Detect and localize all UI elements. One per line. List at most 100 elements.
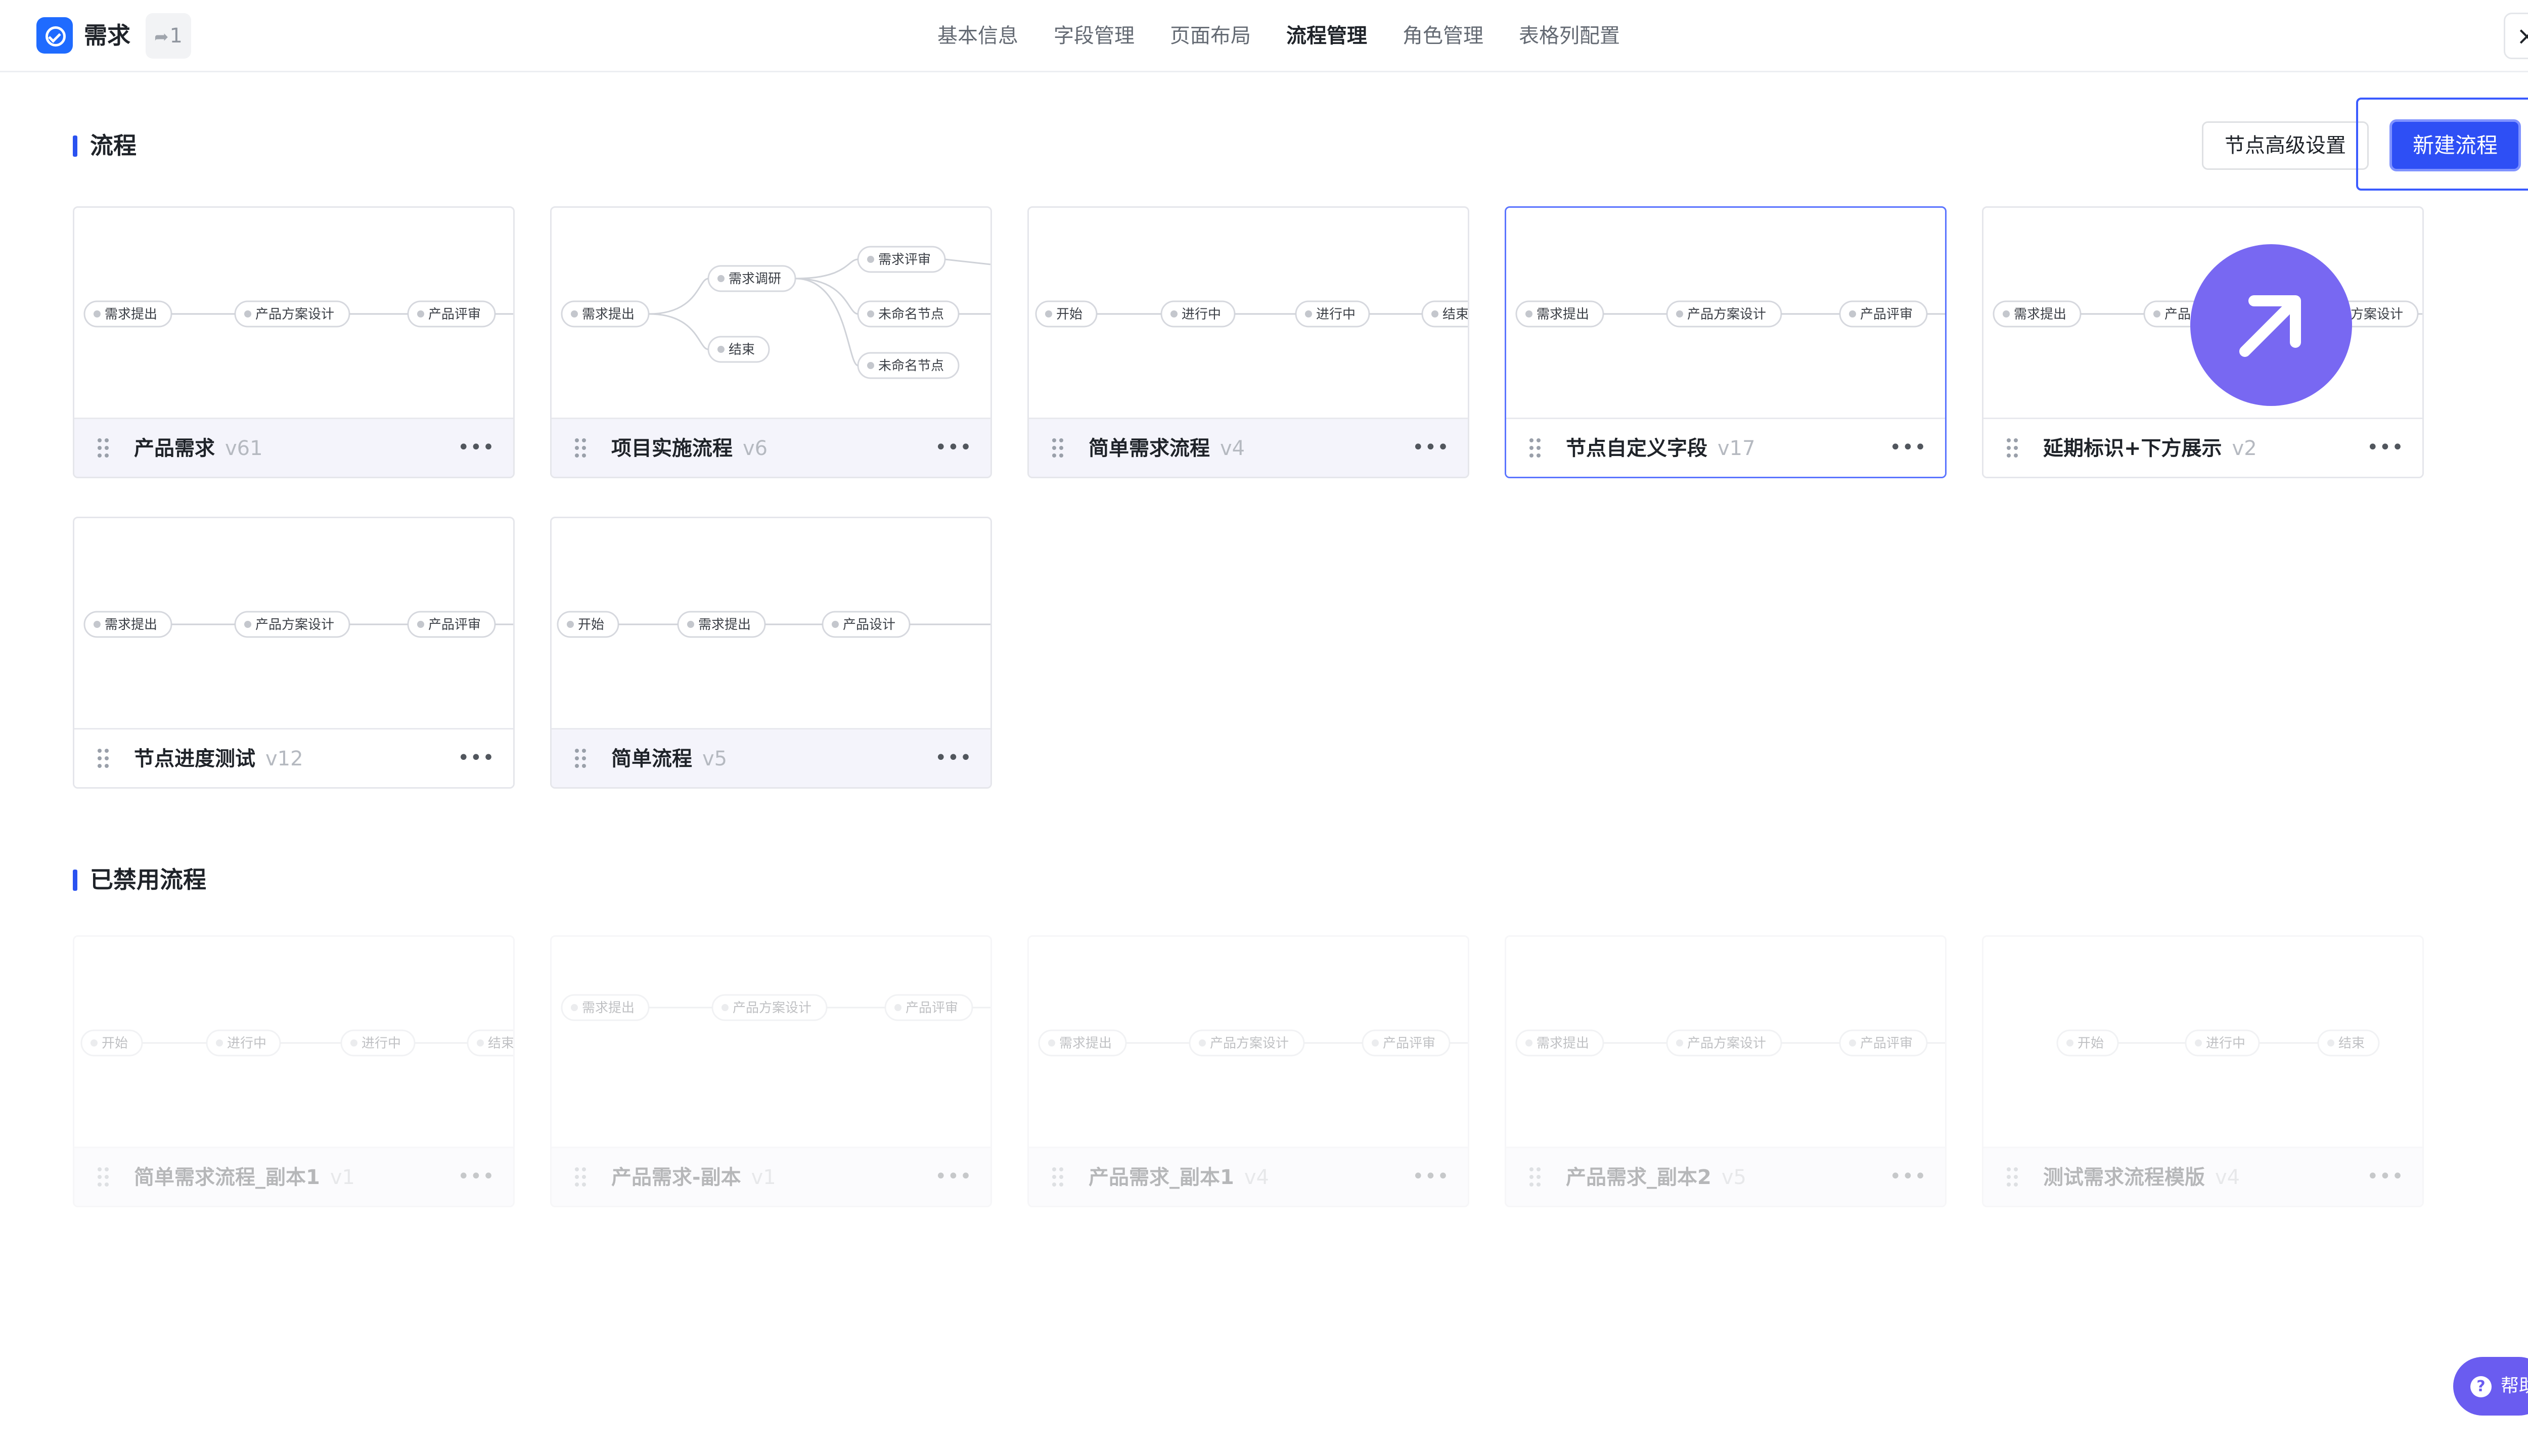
flow-node: 产品方案设计 [711,994,828,1021]
flow-version: v5 [1721,1166,1746,1189]
flow-edge [648,313,709,350]
drag-handle-icon[interactable] [98,1167,109,1187]
more-dots-icon[interactable]: ••• [935,433,972,462]
drag-handle-icon[interactable] [98,749,109,768]
svg-text:产品评审: 产品评审 [428,307,481,322]
flow-card[interactable]: 需求提出 产品方案设计 产品评审 产品需求 v61 ••• [73,206,515,478]
flow-node: 结束 [2317,1029,2380,1057]
close-icon: × [2516,21,2528,51]
drag-handle-icon[interactable] [2007,1167,2018,1187]
svg-text:需求提出: 需求提出 [2014,307,2066,322]
svg-text:产品设计: 产品设计 [843,617,895,632]
drag-handle-icon[interactable] [1529,438,1541,458]
disabled-flow-card[interactable]: 开始 进行中 结束 测试需求流程模版 v4 ••• [1982,935,2424,1207]
flow-card-footer: 产品需求_副本2 v5 ••• [1506,1147,1945,1206]
flow-preview[interactable]: 需求提出 产品方案设计 产品评审 [1029,937,1468,1147]
tab-role-management[interactable]: 角色管理 [1403,18,1483,54]
node-advanced-settings-button[interactable]: 节点高级设置 [2202,121,2369,170]
flow-name: 节点进度测试 [134,747,255,770]
flow-preview[interactable]: 开始 需求提出 产品设计 [552,518,990,728]
flow-card[interactable]: 开始 进行中 进行中 结束 简单需求流程 v4 ••• [1027,206,1469,478]
flow-name: 产品需求_副本1 [1089,1166,1234,1189]
drag-handle-icon[interactable] [98,438,109,458]
flow-card[interactable]: 需求提出 产品方案设计 产品评审 节点进度测试 v12 ••• [73,517,515,789]
flow-card-selected[interactable]: 需求提出 产品方案设计 产品评审 节点自定义字段 v17 ••• [1505,206,1947,478]
flow-card[interactable]: 开始 需求提出 产品设计 简单流程 v5 ••• [550,517,992,789]
more-dots-icon[interactable]: ••• [2367,1162,2404,1191]
flow-name: 简单需求流程 [1089,437,1210,460]
help-label: 帮助 [2501,1376,2528,1396]
drag-handle-icon[interactable] [1529,1167,1541,1187]
arrow-up-right-icon [2190,244,2352,406]
disabled-flow-card[interactable]: 需求提出 产品方案设计 产品评审 产品需求_副本2 v5 ••• [1505,935,1947,1207]
flow-version: v4 [1220,437,1245,460]
flow-preview[interactable]: 开始 进行中 进行中 结束 [1029,208,1468,418]
more-dots-icon[interactable]: ••• [935,1162,972,1191]
more-dots-icon[interactable]: ••• [1889,1162,1926,1191]
tab-field-management[interactable]: 字段管理 [1054,18,1135,54]
drag-handle-icon[interactable] [2007,438,2018,458]
svg-text:进行中: 进行中 [227,1036,266,1051]
new-flow-button[interactable]: 新建流程 [2389,119,2521,171]
flow-node: 产品方案设计 [1666,1029,1782,1057]
flow-name: 测试需求流程模版 [2043,1166,2205,1189]
flow-diagram: 需求提出 产品方案设计 产品评审 [1515,300,1945,328]
drag-handle-icon[interactable] [1052,438,1063,458]
flow-node: 需求提出 [561,994,650,1021]
close-button[interactable]: × [2504,13,2528,59]
svg-text:进行中: 进行中 [362,1036,401,1051]
svg-text:开始: 开始 [1056,307,1082,322]
flow-node: 结束 [707,336,770,363]
flow-preview[interactable]: 开始 进行中 结束 [1983,937,2422,1147]
flow-name: 简单流程 [611,747,692,770]
flow-node: 需求提出 [561,300,650,328]
more-dots-icon[interactable]: ••• [458,744,494,772]
flow-preview[interactable]: 开始 进行中 进行中 结束 [74,937,513,1147]
svg-text:结束: 结束 [488,1036,513,1051]
flow-preview[interactable]: 需求提出 产品方案设计 产品评审 [74,208,513,418]
flow-version: v4 [1244,1166,1269,1189]
top-bar: 需求 ➦1 基本信息 字段管理 页面布局 流程管理 角色管理 表格列配置 × [0,0,2528,72]
more-dots-icon[interactable]: ••• [935,744,972,772]
tab-table-columns[interactable]: 表格列配置 [1519,18,1620,54]
more-dots-icon[interactable]: ••• [458,1162,494,1191]
more-dots-icon[interactable]: ••• [1889,433,1926,462]
tab-page-layout[interactable]: 页面布局 [1170,18,1251,54]
disabled-flow-card[interactable]: 需求提出 产品方案设计 产品评审 产品需求_副本1 v4 ••• [1027,935,1469,1207]
svg-text:结束: 结束 [729,342,755,357]
flow-node: 开始 [557,611,619,638]
svg-text:产品评审: 产品评审 [1383,1036,1435,1051]
flow-preview[interactable]: 需求提出 产品方案设计 产品评审 [1506,937,1945,1147]
flow-node: 结束 [467,1029,513,1057]
flow-card-footer: 节点进度测试 v12 ••• [74,728,513,787]
drag-handle-icon[interactable] [1052,1167,1063,1187]
more-dots-icon[interactable]: ••• [2367,433,2404,462]
flow-preview[interactable]: 需求提出 需求调研 结束 需求评审 未命名节点 未命名节点 [552,208,990,418]
flow-preview[interactable]: 需求提出 产品方案设计 产品评审 [74,518,513,728]
tab-basic-info[interactable]: 基本信息 [937,18,1018,54]
more-dots-icon[interactable]: ••• [1412,433,1449,462]
drag-handle-icon[interactable] [575,1167,586,1187]
flow-diagram: 需求提出 产品方案设计 产品评审 [1038,1029,1468,1057]
flow-preview[interactable]: 需求提出 产品方案设计 产品评审 [1506,208,1945,418]
disabled-flow-card[interactable]: 开始 进行中 进行中 结束 简单需求流程_副本1 v1 ••• [73,935,515,1207]
flow-node: 进行中 [206,1029,281,1057]
flow-version: v1 [330,1166,355,1189]
flow-card-footer: 简单流程 v5 ••• [552,728,990,787]
flow-preview[interactable]: 需求提出 产品方案设计 产品评审 [552,937,990,1147]
tab-flow-management[interactable]: 流程管理 [1286,18,1367,54]
svg-text:产品方案设计: 产品方案设计 [733,1000,811,1016]
flow-node: 产品评审 [1839,1029,1928,1057]
share-count-chip[interactable]: ➦1 [146,13,191,59]
disabled-flow-card[interactable]: 需求提出 产品方案设计 产品评审 产品需求-副本 v1 ••• [550,935,992,1207]
more-dots-icon[interactable]: ••• [1412,1162,1449,1191]
drag-handle-icon[interactable] [575,749,586,768]
svg-text:开始: 开始 [102,1036,128,1051]
flow-node: 进行中 [1160,300,1236,328]
drag-handle-icon[interactable] [575,438,586,458]
more-dots-icon[interactable]: ••• [458,433,494,462]
flow-node: 需求提出 [1515,300,1604,328]
flow-diagram: 需求提出 产品方案设计 产品评审 [83,300,513,328]
flow-card[interactable]: 需求提出 需求调研 结束 需求评审 未命名节点 未命名节点 项目实施流程 v6 ••• [550,206,992,478]
help-button[interactable]: ? 帮助 [2453,1357,2528,1416]
